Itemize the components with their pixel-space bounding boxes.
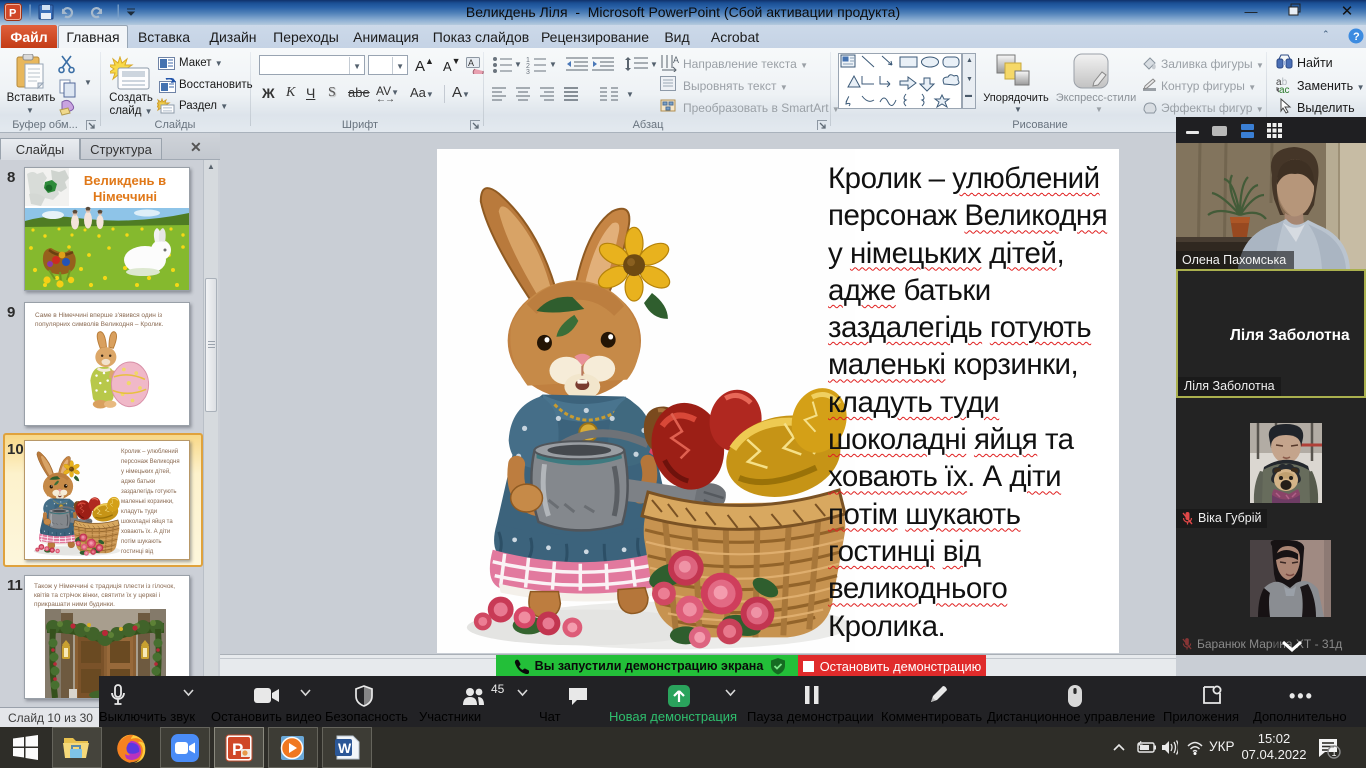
svg-text:заздалегідь готують: заздалегідь готують	[121, 489, 176, 495]
svg-text:1: 1	[1332, 748, 1337, 758]
svg-text:3: 3	[526, 69, 530, 74]
svg-text:персонаж Великодня: персонаж Великодня	[121, 459, 180, 465]
svg-text:?: ?	[1353, 31, 1360, 43]
svg-text:у німецьких дітей,: у німецьких дітей,	[121, 468, 171, 475]
svg-text:адже батьки: адже батьки	[121, 479, 155, 485]
svg-text:A: A	[673, 55, 679, 65]
svg-text:гостинці від: гостинці від	[121, 549, 154, 555]
svg-text:Саме в Німеччині вперше з'явив: Саме в Німеччині вперше з'явився один із	[35, 311, 162, 319]
svg-text:прикрашати ними будинки.: прикрашати ними будинки.	[34, 600, 115, 608]
svg-text:P: P	[9, 8, 16, 20]
svg-text:Кролик – улюблений: Кролик – улюблений	[121, 448, 178, 455]
svg-text:ac: ac	[1279, 85, 1290, 94]
svg-text:W: W	[338, 740, 352, 756]
svg-text:Олена Пахомська: Олена Пахомська	[1182, 253, 1286, 267]
svg-text:потім шукають: потім шукають	[121, 539, 161, 545]
svg-text:A: A	[468, 58, 474, 68]
svg-text:шоколадні яйця та: шоколадні яйця та	[121, 518, 173, 525]
svg-text:кладуть туди: кладуть туди	[121, 509, 157, 515]
svg-text:Німеччині: Німеччині	[93, 189, 157, 204]
svg-text:квітів та стрічок вінки, святи: квітів та стрічок вінки, святити їх у це…	[34, 591, 160, 599]
svg-text:ховають їх. А діти: ховають їх. А діти	[121, 529, 170, 535]
svg-text:Великдень в: Великдень в	[84, 173, 166, 188]
svg-text:маленькі корзинки,: маленькі корзинки,	[121, 499, 174, 505]
svg-text:Також у Німеччині є традиція: Також у Німеччині є традиція плести із г…	[34, 582, 175, 590]
svg-text:популярних символів Великодня: популярних символів Великодня – Кролик.	[35, 320, 163, 328]
